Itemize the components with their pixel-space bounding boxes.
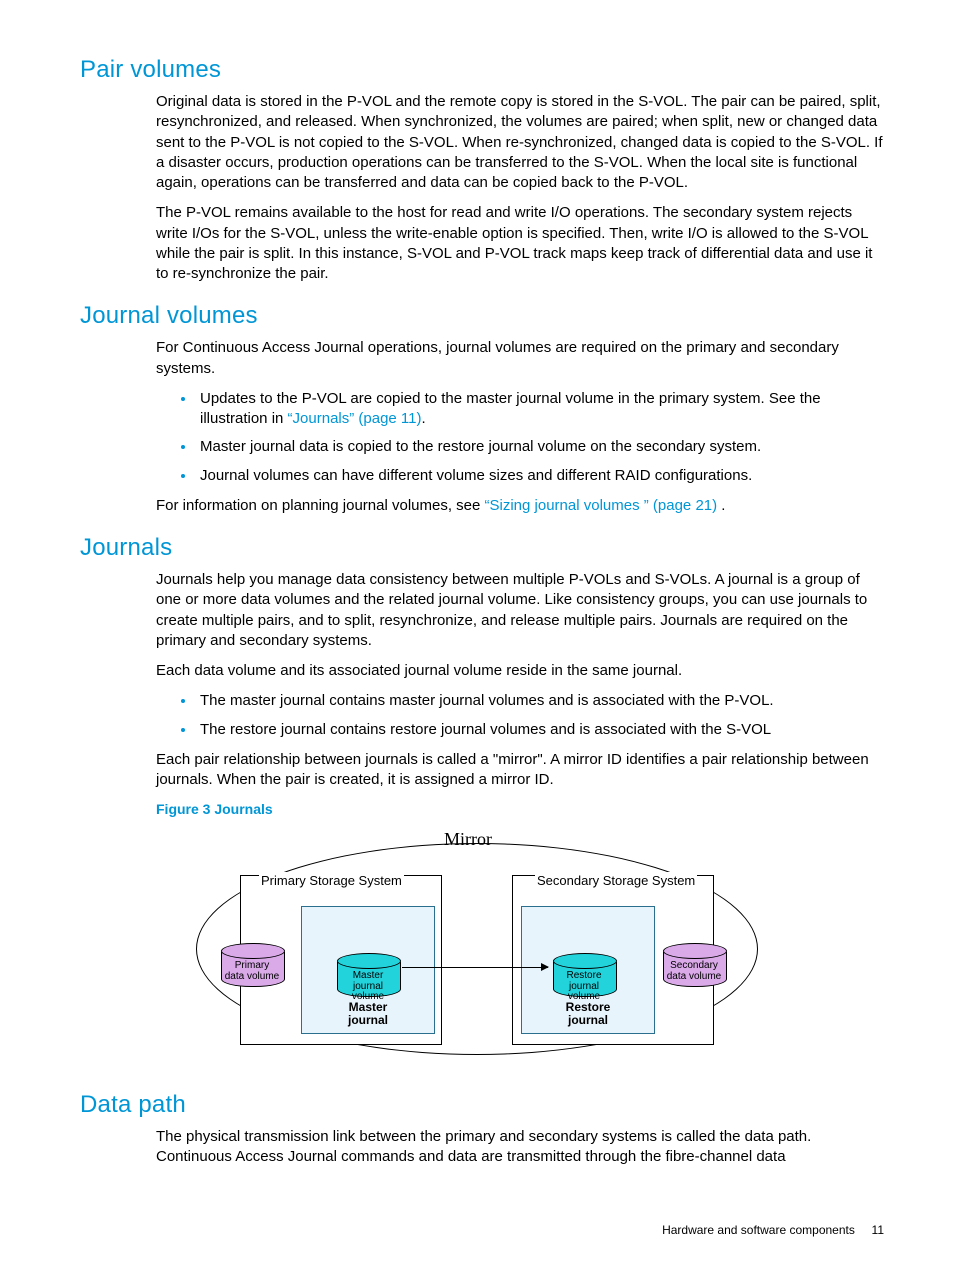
text: . — [717, 497, 725, 514]
paragraph: Each data volume and its associated jour… — [156, 661, 884, 681]
master-journal-volume-cylinder-icon: Masterjournal volume — [337, 946, 399, 1031]
heading-journal-volumes: Journal volumes — [80, 302, 884, 330]
paragraph: The P-VOL remains available to the host … — [156, 203, 884, 284]
diagram: Mirror Primary Storage System Masterjour… — [196, 827, 756, 1067]
section-pair-volumes: Original data is stored in the P-VOL and… — [156, 92, 884, 284]
primary-data-volume-cylinder-icon: Primarydata volume — [221, 936, 283, 1010]
text: For information on planning journal volu… — [156, 497, 485, 514]
mirror-label: Mirror — [444, 827, 492, 851]
section-data-path: The physical transmission link between t… — [156, 1127, 884, 1168]
heading-journals: Journals — [80, 534, 884, 562]
paragraph: For information on planning journal volu… — [156, 496, 884, 516]
figure-caption: Figure 3 Journals — [156, 800, 884, 819]
paragraph: Each pair relationship between journals … — [156, 750, 884, 791]
primary-storage-title: Primary Storage System — [259, 872, 404, 890]
footer-text: Hardware and software components — [662, 1223, 855, 1237]
paragraph: Journals help you manage data consistenc… — [156, 570, 884, 651]
figure-journals-diagram: Mirror Primary Storage System Masterjour… — [196, 827, 884, 1067]
document-page: Pair volumes Original data is stored in … — [0, 0, 954, 1271]
secondary-storage-title: Secondary Storage System — [535, 872, 697, 890]
secondary-storage-box: Secondary Storage System Restorejournal … — [512, 875, 714, 1045]
list-text: . — [422, 410, 426, 427]
primary-storage-box: Primary Storage System Masterjournal Pri… — [240, 875, 442, 1045]
page-number: 11 — [872, 1223, 884, 1237]
restore-journal-volume-cylinder-icon: Restorejournal volume — [553, 946, 615, 1031]
section-journal-volumes: For Continuous Access Journal operations… — [156, 338, 884, 516]
paragraph: The physical transmission link between t… — [156, 1127, 884, 1168]
link-sizing-journal-volumes[interactable]: “Sizing journal volumes ” (page 21) — [485, 497, 718, 514]
section-journals: Journals help you manage data consistenc… — [156, 570, 884, 1067]
arrow-icon — [402, 967, 548, 968]
paragraph: For Continuous Access Journal operations… — [156, 338, 884, 379]
bullet-list: Updates to the P-VOL are copied to the m… — [156, 389, 884, 486]
page-footer: Hardware and software components 11 — [662, 1223, 884, 1237]
list-item: Journal volumes can have different volum… — [196, 466, 884, 486]
list-item: Updates to the P-VOL are copied to the m… — [196, 389, 884, 430]
bullet-list: The master journal contains master journ… — [156, 691, 884, 740]
link-journals-page-11[interactable]: “Journals” (page 11) — [288, 410, 422, 427]
list-item: The master journal contains master journ… — [196, 691, 884, 711]
heading-data-path: Data path — [80, 1091, 884, 1119]
list-item: Master journal data is copied to the res… — [196, 437, 884, 457]
list-text: Journal volumes can have different volum… — [200, 467, 752, 484]
secondary-data-volume-cylinder-icon: Secondarydata volume — [663, 936, 725, 1010]
heading-pair-volumes: Pair volumes — [80, 56, 884, 84]
list-text: Master journal data is copied to the res… — [200, 438, 761, 455]
list-item: The restore journal contains restore jou… — [196, 720, 884, 740]
paragraph: Original data is stored in the P-VOL and… — [156, 92, 884, 193]
